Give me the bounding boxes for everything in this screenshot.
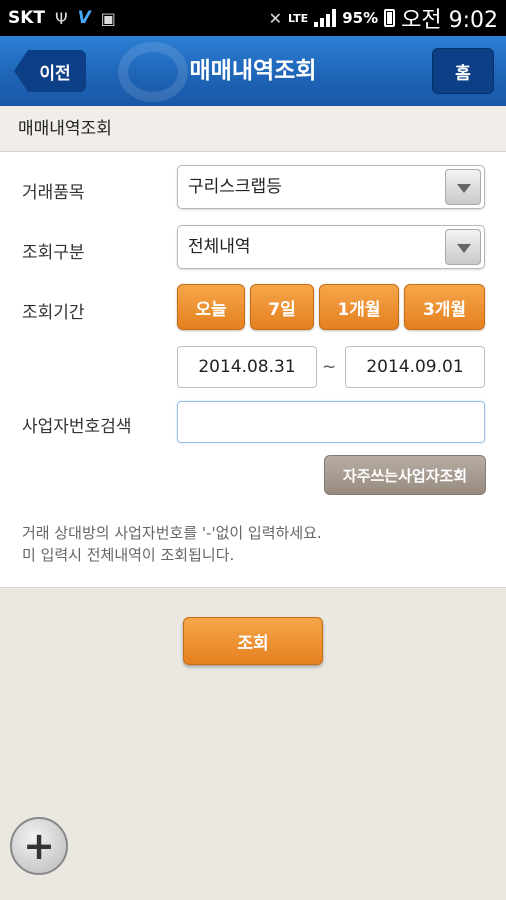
item-select[interactable]: 구리스크랩등 xyxy=(177,165,485,209)
usb-icon: Ψ xyxy=(55,8,68,28)
carrier-label: SKT xyxy=(8,8,46,28)
v-app-icon: V xyxy=(77,8,91,28)
screenshot-icon: ▣ xyxy=(100,8,116,28)
home-button[interactable]: 홈 xyxy=(432,48,494,94)
dropdown-arrow-icon xyxy=(445,169,481,205)
title-bar: 매매내역조회 이전 홈 xyxy=(0,36,506,106)
favorite-biz-button[interactable]: 자주쓰는사업자조회 xyxy=(324,455,486,495)
back-button[interactable]: 이전 xyxy=(14,50,86,92)
network-label: LTE xyxy=(287,11,309,25)
notice-text: 거래 상대방의 사업자번호를 '-'없이 입력하세요. 미 입력시 전체내역이 … xyxy=(22,522,322,566)
biz-number-input[interactable] xyxy=(177,401,485,443)
item-label: 거래품목 xyxy=(22,183,85,203)
notice-line-2: 미 입력시 전체내역이 조회됩니다. xyxy=(22,546,235,564)
period-7day-button[interactable]: 7일 xyxy=(250,284,314,330)
battery-percent: 95% xyxy=(342,9,379,27)
type-select[interactable]: 전체내역 xyxy=(177,225,485,269)
notice-line-1: 거래 상대방의 사업자번호를 '-'없이 입력하세요. xyxy=(22,524,322,542)
period-label: 조회기간 xyxy=(22,303,85,323)
date-from-field[interactable]: 2014.08.31 xyxy=(177,346,317,388)
section-header: 매매내역조회 xyxy=(0,106,506,152)
type-select-value: 전체내역 xyxy=(188,237,251,257)
clock: 오전 9:02 xyxy=(401,8,498,33)
dropdown-arrow-icon xyxy=(445,229,481,265)
signal-icon xyxy=(314,9,337,27)
period-1month-button[interactable]: 1개월 xyxy=(319,284,399,330)
item-select-value: 구리스크랩등 xyxy=(188,177,282,197)
date-separator: ~ xyxy=(322,357,337,377)
battery-icon xyxy=(384,9,396,27)
period-today-button[interactable]: 오늘 xyxy=(177,284,245,330)
date-to-field[interactable]: 2014.09.01 xyxy=(345,346,485,388)
mute-icon: ✕ xyxy=(268,8,282,28)
biz-number-label: 사업자번호검색 xyxy=(22,417,132,437)
type-label: 조회구분 xyxy=(22,243,85,263)
search-button[interactable]: 조회 xyxy=(183,617,323,665)
period-3month-button[interactable]: 3개월 xyxy=(404,284,485,330)
plus-icon[interactable]: + xyxy=(10,817,68,875)
search-form: 거래품목 구리스크랩등 조회구분 전체내역 조회기간 오늘 7일 1개월 3개월… xyxy=(0,152,506,588)
status-bar: SKT Ψ V ▣ ✕ LTE 95% 오전 9:02 xyxy=(0,0,506,36)
